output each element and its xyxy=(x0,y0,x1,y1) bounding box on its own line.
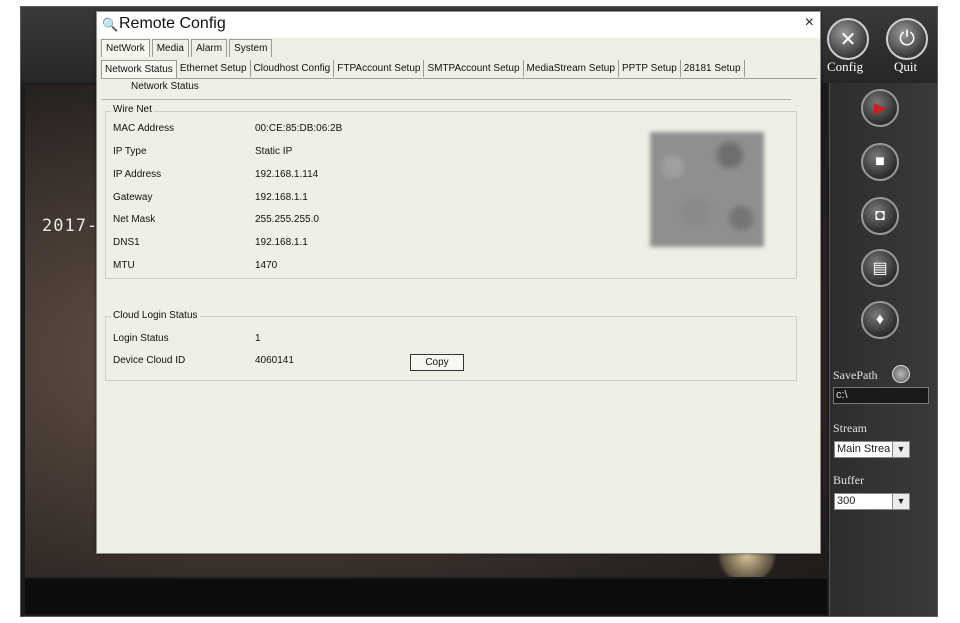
section-tab-network-status[interactable]: Network Status xyxy=(131,81,199,92)
close-icon[interactable]: × xyxy=(805,14,814,32)
power-icon[interactable]: ⏻ xyxy=(886,18,928,60)
tab-network-status[interactable]: Network Status xyxy=(101,60,177,78)
remote-config-dialog: 🔍 Remote Config × NetWork Media Alarm Sy… xyxy=(96,11,821,554)
dialog-titlebar[interactable]: 🔍 Remote Config × xyxy=(97,12,820,38)
tab-mediastream-setup[interactable]: MediaStream Setup xyxy=(524,60,619,77)
dns1-value: 192.168.1.1 xyxy=(255,237,308,248)
tab-smtpaccount-setup[interactable]: SMTPAccount Setup xyxy=(424,60,524,77)
dns1-label: DNS1 xyxy=(113,237,140,248)
config-label[interactable]: Config xyxy=(827,59,863,75)
cloud-login-group xyxy=(105,316,797,381)
snapshot-icon[interactable]: ◘ xyxy=(861,197,899,235)
savepath-input[interactable]: c:\ xyxy=(833,387,929,404)
net-mask-label: Net Mask xyxy=(113,214,156,225)
ip-address-label: IP Address xyxy=(113,169,162,180)
tab-network[interactable]: NetWork xyxy=(101,39,150,57)
qr-code-image xyxy=(650,132,764,247)
stream-select-value: Main Strea xyxy=(837,443,891,455)
tab-ethernet-setup[interactable]: Ethernet Setup xyxy=(177,60,251,77)
buffer-label: Buffer xyxy=(833,473,865,487)
device-cloud-id-value: 4060141 xyxy=(255,355,294,366)
record-icon[interactable]: ▤ xyxy=(861,249,899,287)
section-divider xyxy=(101,99,791,100)
gateway-value: 192.168.1.1 xyxy=(255,192,308,203)
ip-address-value: 192.168.1.114 xyxy=(255,169,319,180)
copy-button[interactable]: Copy xyxy=(410,354,464,371)
tab-system[interactable]: System xyxy=(229,39,273,57)
search-icon: 🔍 xyxy=(102,17,119,32)
stop-icon[interactable]: ■ xyxy=(861,143,899,181)
ip-type-label: IP Type xyxy=(113,146,147,157)
tab-28181-setup[interactable]: 28181 Setup xyxy=(681,60,745,77)
tab-alarm[interactable]: Alarm xyxy=(190,39,228,57)
mac-address-value: 00:CE:85:DB:06:2B xyxy=(255,123,343,134)
device-cloud-id-label: Device Cloud ID xyxy=(113,355,186,366)
bottom-strip xyxy=(25,579,827,614)
stream-select[interactable]: Main Strea ▼ xyxy=(834,441,910,458)
login-status-value: 1 xyxy=(255,333,261,344)
tab-cloudhost-config[interactable]: Cloudhost Config xyxy=(251,60,335,77)
tab-pptp-setup[interactable]: PPTP Setup xyxy=(619,60,681,77)
buffer-select-value: 300 xyxy=(837,495,856,507)
net-mask-value: 255.255.255.0 xyxy=(255,214,319,225)
cloud-login-title: Cloud Login Status xyxy=(111,310,200,321)
ip-type-value: Static IP xyxy=(255,146,293,157)
gateway-label: Gateway xyxy=(113,192,153,203)
main-tabs: NetWork Media Alarm System xyxy=(101,39,274,57)
buffer-select[interactable]: 300 ▼ xyxy=(834,493,910,510)
tab-divider xyxy=(101,78,817,79)
chevron-down-icon[interactable]: ▼ xyxy=(892,442,909,457)
chevron-down-icon[interactable]: ▼ xyxy=(892,494,909,509)
stream-label: Stream xyxy=(833,421,867,435)
mtu-label: MTU xyxy=(113,260,135,271)
folder-browse-icon[interactable] xyxy=(892,365,910,383)
tools-icon[interactable]: ✕ xyxy=(827,18,869,60)
savepath-label: SavePath xyxy=(833,368,878,382)
dialog-title: Remote Config xyxy=(119,15,226,32)
tab-ftpaccount-setup[interactable]: FTPAccount Setup xyxy=(334,60,425,77)
quit-label[interactable]: Quit xyxy=(894,59,917,75)
play-icon[interactable]: ▶ xyxy=(861,89,899,127)
mtu-value: 1470 xyxy=(255,260,278,271)
sub-tabs: Network Status Ethernet Setup Cloudhost … xyxy=(101,60,745,78)
wire-net-title: Wire Net xyxy=(111,104,154,115)
mac-address-label: MAC Address xyxy=(113,123,175,134)
mic-icon[interactable]: ♦ xyxy=(861,301,899,339)
tab-media[interactable]: Media xyxy=(151,39,189,57)
login-status-label: Login Status xyxy=(113,333,169,344)
